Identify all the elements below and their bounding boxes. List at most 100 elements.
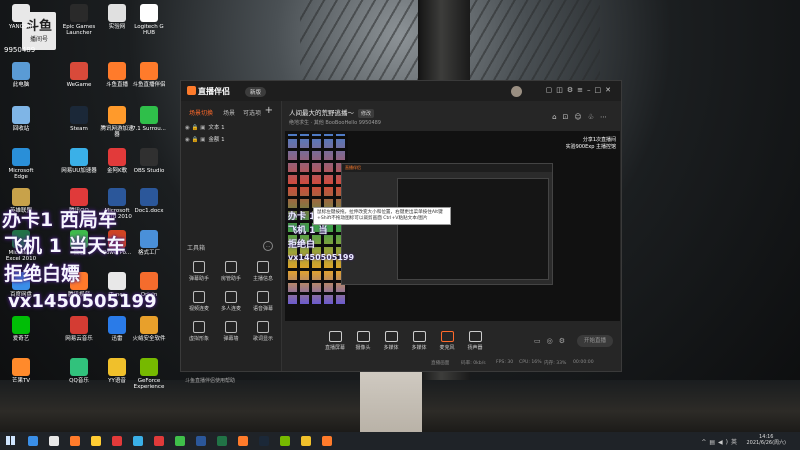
tool-label: 主播信息 bbox=[252, 276, 273, 282]
taskbar-app-icon[interactable] bbox=[301, 436, 311, 446]
control-button[interactable]: 麦克风 bbox=[433, 331, 461, 351]
desktop-icon[interactable]: Doc1.docx bbox=[130, 188, 168, 214]
clock[interactable]: 14:16 2021/6/26(周六) bbox=[746, 434, 786, 446]
desktop-icon[interactable]: 斗鱼直播伴侣 bbox=[130, 62, 168, 88]
desktop-icon[interactable]: 爱奇艺 bbox=[2, 316, 40, 342]
taskbar-app-icon[interactable] bbox=[280, 436, 290, 446]
taskbar-app-icon[interactable] bbox=[112, 436, 122, 446]
taskbar-app-icon[interactable] bbox=[259, 436, 269, 446]
start-icon[interactable] bbox=[6, 436, 15, 445]
tool-item[interactable]: 弹幕助手 bbox=[185, 261, 213, 282]
desktop-icon[interactable]: QQ音乐 bbox=[60, 358, 98, 384]
user-avatar[interactable] bbox=[511, 86, 522, 97]
source-item-text[interactable]: ◉ 🔒 ▣ 文本 1 bbox=[185, 123, 225, 131]
gift-icon[interactable]: ◫ bbox=[556, 86, 567, 94]
volume-icon[interactable]: ◀) bbox=[718, 439, 731, 446]
control-button[interactable]: 摄像头 bbox=[349, 331, 377, 351]
tab-scene-switch[interactable]: 场景切换 bbox=[189, 108, 213, 117]
desktop-icon[interactable]: Epic Games Launcher bbox=[60, 4, 98, 36]
control-button[interactable]: 直播屏幕 bbox=[321, 331, 349, 351]
control-button[interactable]: 扬声器 bbox=[461, 331, 489, 351]
menu-icon[interactable]: ≡ bbox=[577, 86, 587, 94]
settings-icon[interactable]: ⚙ bbox=[567, 86, 577, 94]
desktop-icon-label: YANGSHI bbox=[8, 24, 34, 30]
desktop-icon-label: OBS Studio bbox=[133, 168, 165, 174]
taskbar-app-icon[interactable] bbox=[217, 436, 227, 446]
eye-icon[interactable]: ◉ 🔒 ▣ bbox=[185, 125, 205, 131]
share-icon[interactable]: ⌂ bbox=[552, 113, 562, 121]
control-button[interactable]: 多媒体 bbox=[377, 331, 405, 351]
desktop-icon[interactable]: OBS Studio bbox=[130, 148, 168, 174]
taskbar-app-icon[interactable] bbox=[49, 436, 59, 446]
bell-icon[interactable]: ♧ bbox=[588, 113, 600, 121]
desktop-icon[interactable]: 7.1 Surrou... bbox=[130, 106, 168, 132]
taskbar-app-icon[interactable] bbox=[322, 436, 332, 446]
tool-item[interactable]: 主播信息 bbox=[249, 261, 277, 282]
desktop-icon[interactable]: 此电脑 bbox=[2, 62, 40, 88]
start-live-button[interactable]: 开始直播 bbox=[577, 335, 613, 347]
status-bar: 直播画面 码率: 0kb/s FPS: 30 CPU: 16% 内存: 33% … bbox=[281, 359, 621, 369]
app-icon bbox=[108, 106, 126, 124]
desktop-icon-label: Doc1.docx bbox=[134, 208, 164, 214]
tool-item[interactable]: 虚拟形象 bbox=[185, 321, 213, 342]
view-icon[interactable]: ◎ bbox=[547, 337, 559, 345]
desktop-icon[interactable]: 网易云音乐 bbox=[60, 316, 98, 342]
stream-preview[interactable]: 直播伴侣 办卡 1 西 飞机 1 当 拒绝白 vx1450505199 鼠标左键… bbox=[285, 131, 620, 321]
desktop-icon[interactable]: 火绒安全软件 bbox=[130, 316, 168, 342]
add-scene-icon[interactable]: + bbox=[265, 105, 273, 116]
desktop-icon[interactable]: Logitech G HUB bbox=[130, 4, 168, 36]
taskbar-app-icon[interactable] bbox=[196, 436, 206, 446]
tool-item[interactable]: 房管助手 bbox=[217, 261, 245, 282]
close-icon[interactable]: ✕ bbox=[605, 86, 615, 94]
desktop-icon[interactable]: 格式工厂 bbox=[130, 230, 168, 256]
tool-label: 多人连麦 bbox=[220, 306, 241, 312]
eye-icon[interactable]: ◉ 🔒 ▣ bbox=[185, 137, 205, 143]
tool-item[interactable]: 弹幕墙 bbox=[217, 321, 245, 342]
desktop-icon[interactable]: WeGame bbox=[60, 62, 98, 88]
more-icon[interactable]: ⋯ bbox=[600, 113, 613, 121]
network-icon[interactable]: ▤ bbox=[709, 439, 718, 446]
edit-title-button[interactable]: 修改 bbox=[358, 109, 375, 118]
taskbar-app-icon[interactable] bbox=[28, 436, 38, 446]
control-label: 摄像头 bbox=[355, 345, 371, 351]
more-icon[interactable]: … bbox=[263, 241, 273, 251]
app-icon bbox=[12, 4, 30, 22]
taskbar-app-icon[interactable] bbox=[133, 436, 143, 446]
taskbar-app-icon[interactable] bbox=[175, 436, 185, 446]
tool-item[interactable]: 歌词显示 bbox=[249, 321, 277, 342]
app-icon bbox=[140, 272, 158, 290]
tab-options[interactable]: 可选项 bbox=[243, 108, 261, 117]
ime-icon[interactable]: 英 bbox=[731, 439, 740, 446]
desktop-icon[interactable]: Steam bbox=[60, 106, 98, 132]
tool-item[interactable]: 多人连麦 bbox=[217, 291, 245, 312]
lock-icon[interactable]: ⊡ bbox=[563, 113, 575, 121]
desktop-icon[interactable]: GeForce Experience bbox=[130, 358, 168, 390]
tab-scene[interactable]: 场景 bbox=[223, 108, 235, 117]
room-toolbar: ⌂⊡☺♧⋯ bbox=[552, 113, 613, 121]
status-duration: 00:00:00 bbox=[573, 360, 594, 365]
help-link[interactable]: 斗鱼直播伴侣使用帮助 bbox=[185, 377, 235, 384]
taskbar-app-icon[interactable] bbox=[154, 436, 164, 446]
control-button[interactable]: 多媒体 bbox=[405, 331, 433, 351]
left-panel: 场景切换 场景 可选项 + ◉ 🔒 ▣ 文本 1 ◉ 🔒 ▣ 金额 1 工具箱 … … bbox=[181, 101, 282, 384]
desktop-icon[interactable]: 网易UU加速器 bbox=[60, 148, 98, 174]
desktop-icon[interactable]: 芒果TV bbox=[2, 358, 40, 384]
maximize-icon[interactable]: □ bbox=[595, 86, 606, 94]
tool-item[interactable]: 视频连麦 bbox=[185, 291, 213, 312]
desktop-icon[interactable]: YANGSHI bbox=[2, 4, 40, 30]
desktop-icon[interactable]: Microsoft Edge bbox=[2, 148, 40, 180]
message-icon[interactable]: ▢ bbox=[546, 86, 557, 94]
control-label: 多媒体 bbox=[383, 345, 399, 351]
taskbar-app-icon[interactable] bbox=[238, 436, 248, 446]
desktop-icon[interactable]: 回收站 bbox=[2, 106, 40, 132]
user-icon[interactable]: ☺ bbox=[574, 113, 587, 121]
gear-icon[interactable]: ⚙ bbox=[559, 337, 571, 345]
taskbar-app-icon[interactable] bbox=[70, 436, 80, 446]
source-item-amount[interactable]: ◉ 🔒 ▣ 金额 1 bbox=[185, 135, 225, 143]
minimize-icon[interactable]: – bbox=[587, 86, 595, 94]
taskbar-app-icon[interactable] bbox=[91, 436, 101, 446]
record-icon[interactable]: ▭ bbox=[534, 337, 547, 345]
tool-label: 语音弹幕 bbox=[252, 306, 273, 312]
tool-item[interactable]: 语音弹幕 bbox=[249, 291, 277, 312]
version-badge[interactable]: 新版 bbox=[245, 87, 267, 97]
